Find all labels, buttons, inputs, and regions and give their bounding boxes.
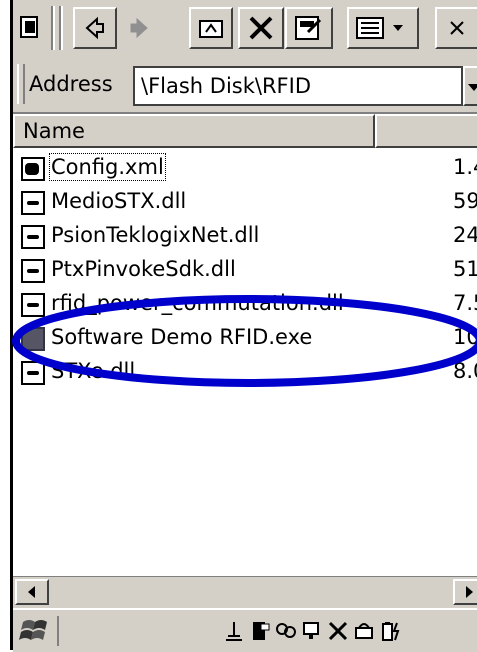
dll-file-icon: [21, 361, 45, 385]
explorer-icon[interactable]: [15, 7, 45, 49]
scroll-right-button[interactable]: [453, 579, 477, 605]
file-name: Software Demo RFID.exe: [51, 325, 313, 349]
dll-file-icon: [21, 259, 45, 283]
list-item[interactable]: STXe.dll 8.0: [13, 356, 477, 390]
file-name: MedioSTX.dll: [51, 189, 187, 213]
xml-file-icon: [21, 157, 45, 181]
list-item[interactable]: PsionTeklogixNet.dll 24: [13, 220, 477, 254]
list-item[interactable]: Software Demo RFID.exe 10: [13, 322, 477, 356]
view-menu-button[interactable]: [347, 7, 419, 49]
list-item[interactable]: MedioSTX.dll 59.: [13, 186, 477, 220]
file-size: 10: [453, 325, 477, 349]
exe-file-icon: [21, 327, 45, 351]
file-list: Name Config.xml 1.4 MedioSTX.dll 59. Psi…: [13, 112, 477, 576]
scroll-left-button[interactable]: [15, 579, 49, 605]
properties-icon: [295, 16, 322, 40]
battery-icon[interactable]: [379, 620, 401, 642]
column-header-size[interactable]: [375, 114, 477, 148]
back-arrow-icon: [85, 16, 104, 40]
toolbar: [13, 0, 477, 56]
arrow-left-icon: [28, 586, 35, 598]
toolbar-separator: [59, 6, 63, 50]
list-item[interactable]: rfid_power_commutation.dll 7.5: [13, 288, 477, 322]
start-button[interactable]: [17, 616, 59, 646]
close-button[interactable]: [435, 7, 477, 49]
back-button[interactable]: [73, 7, 117, 49]
forward-button[interactable]: [121, 7, 157, 49]
file-name: PsionTeklogixNet.dll: [51, 223, 260, 247]
forward-arrow-icon: [130, 17, 148, 39]
list-header: Name: [13, 114, 477, 148]
list-item[interactable]: PtxPinvokeSdk.dll 51.: [13, 254, 477, 288]
close-icon: [450, 21, 464, 35]
no-connection-icon[interactable]: [327, 620, 349, 642]
monitor-icon[interactable]: [301, 620, 323, 642]
file-size: 51.: [453, 257, 477, 281]
dll-file-icon: [21, 191, 45, 215]
file-name: STXe.dll: [51, 359, 136, 383]
power-icon[interactable]: [353, 620, 375, 642]
chevron-down-icon: [468, 84, 477, 91]
address-label: Address: [29, 72, 113, 96]
taskbar: [13, 608, 477, 652]
column-header-name[interactable]: Name: [13, 114, 375, 148]
horizontal-scrollbar[interactable]: [13, 576, 477, 607]
file-size: 1.4: [453, 155, 477, 179]
dll-file-icon: [21, 225, 45, 249]
file-name: rfid_power_commutation.dll: [51, 291, 344, 315]
address-bar-grip[interactable]: [17, 64, 25, 104]
address-bar: Address \Flash Disk\RFID: [13, 60, 477, 110]
up-folder-button[interactable]: [189, 7, 233, 49]
toolbar-separator: [51, 6, 55, 50]
delete-button[interactable]: [238, 7, 284, 49]
file-size: 59.: [453, 189, 477, 213]
address-dropdown-button[interactable]: [463, 66, 477, 106]
properties-button[interactable]: [285, 7, 333, 49]
list-item[interactable]: Config.xml 1.4: [13, 152, 477, 186]
dll-file-icon: [21, 293, 45, 317]
windows-flag-icon: [19, 620, 47, 640]
file-size: 7.5: [453, 291, 477, 315]
system-tray: [223, 616, 401, 646]
file-name: PtxPinvokeSdk.dll: [51, 257, 236, 281]
sd-card-icon[interactable]: [249, 620, 271, 642]
file-name: Config.xml: [49, 153, 166, 181]
address-input[interactable]: \Flash Disk\RFID: [133, 66, 463, 106]
usb-icon[interactable]: [223, 620, 245, 642]
arrow-right-icon: [466, 586, 473, 598]
file-size: 24: [453, 223, 477, 247]
delete-x-icon: [249, 16, 273, 40]
view-menu-icon: [356, 17, 403, 39]
up-folder-icon: [199, 20, 223, 38]
network-icon[interactable]: [275, 620, 297, 642]
file-size: 8.0: [453, 359, 477, 383]
explorer-window: Address \Flash Disk\RFID Name Config.xml…: [10, 0, 477, 652]
